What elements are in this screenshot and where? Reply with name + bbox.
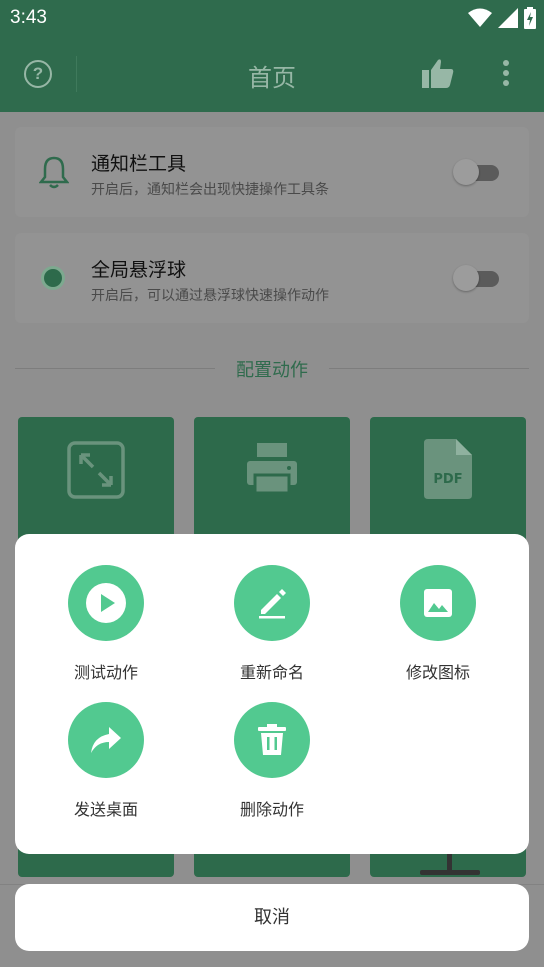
notification-tool-switch[interactable] <box>453 159 499 185</box>
signal-icon <box>498 8 518 28</box>
action-dialog: 测试动作 重新命名 修改图标 发送桌面 删除动作 <box>15 534 529 854</box>
card-floating-ball[interactable]: 全局悬浮球 开启后，可以通过悬浮球快速操作动作 <box>15 233 529 323</box>
delete-action-button[interactable]: 删除动作 <box>207 702 337 820</box>
status-time: 3:43 <box>10 7 47 28</box>
cancel-button[interactable]: 取消 <box>15 884 529 951</box>
section-header: 配置动作 <box>15 356 529 381</box>
battery-icon <box>524 7 536 29</box>
floating-ball-switch[interactable] <box>453 265 499 291</box>
status-bar: 3:43 <box>0 0 544 36</box>
play-icon <box>68 565 144 641</box>
card-title: 通知栏工具 <box>91 153 187 175</box>
stand-icon <box>420 852 480 875</box>
card-subtitle: 开启后，可以通过悬浮球快速操作动作 <box>91 288 329 304</box>
svg-text:PDF: PDF <box>433 472 462 487</box>
send-desktop-button[interactable]: 发送桌面 <box>41 702 171 820</box>
action-label: 删除动作 <box>239 800 304 819</box>
section-title: 配置动作 <box>236 360 308 381</box>
action-label: 重新命名 <box>239 663 304 682</box>
rename-action-button[interactable]: 重新命名 <box>207 565 337 683</box>
action-label: 修改图标 <box>405 663 470 682</box>
image-icon <box>400 565 476 641</box>
card-subtitle: 开启后，通知栏会出现快捷操作工具条 <box>91 182 329 198</box>
edit-icon <box>234 565 310 641</box>
card-title: 全局悬浮球 <box>91 259 187 281</box>
trash-icon <box>234 702 310 778</box>
action-label: 发送桌面 <box>73 800 138 819</box>
page-title: 首页 <box>248 64 296 92</box>
thumbs-up-icon[interactable] <box>422 58 454 88</box>
status-icons <box>468 7 536 29</box>
dot-icon <box>41 266 65 290</box>
wifi-icon <box>468 8 492 27</box>
printer-icon <box>247 443 297 495</box>
pdf-icon: PDF <box>424 439 472 499</box>
share-icon <box>68 702 144 778</box>
bell-icon <box>39 156 69 189</box>
app-bar: ? 首页 <box>0 36 544 112</box>
more-vert-icon[interactable] <box>500 60 512 90</box>
test-action-button[interactable]: 测试动作 <box>41 565 171 683</box>
resize-icon <box>67 441 125 499</box>
card-notification-tool[interactable]: 通知栏工具 开启后，通知栏会出现快捷操作工具条 <box>15 127 529 217</box>
action-label: 测试动作 <box>73 663 138 682</box>
change-icon-button[interactable]: 修改图标 <box>373 565 503 683</box>
